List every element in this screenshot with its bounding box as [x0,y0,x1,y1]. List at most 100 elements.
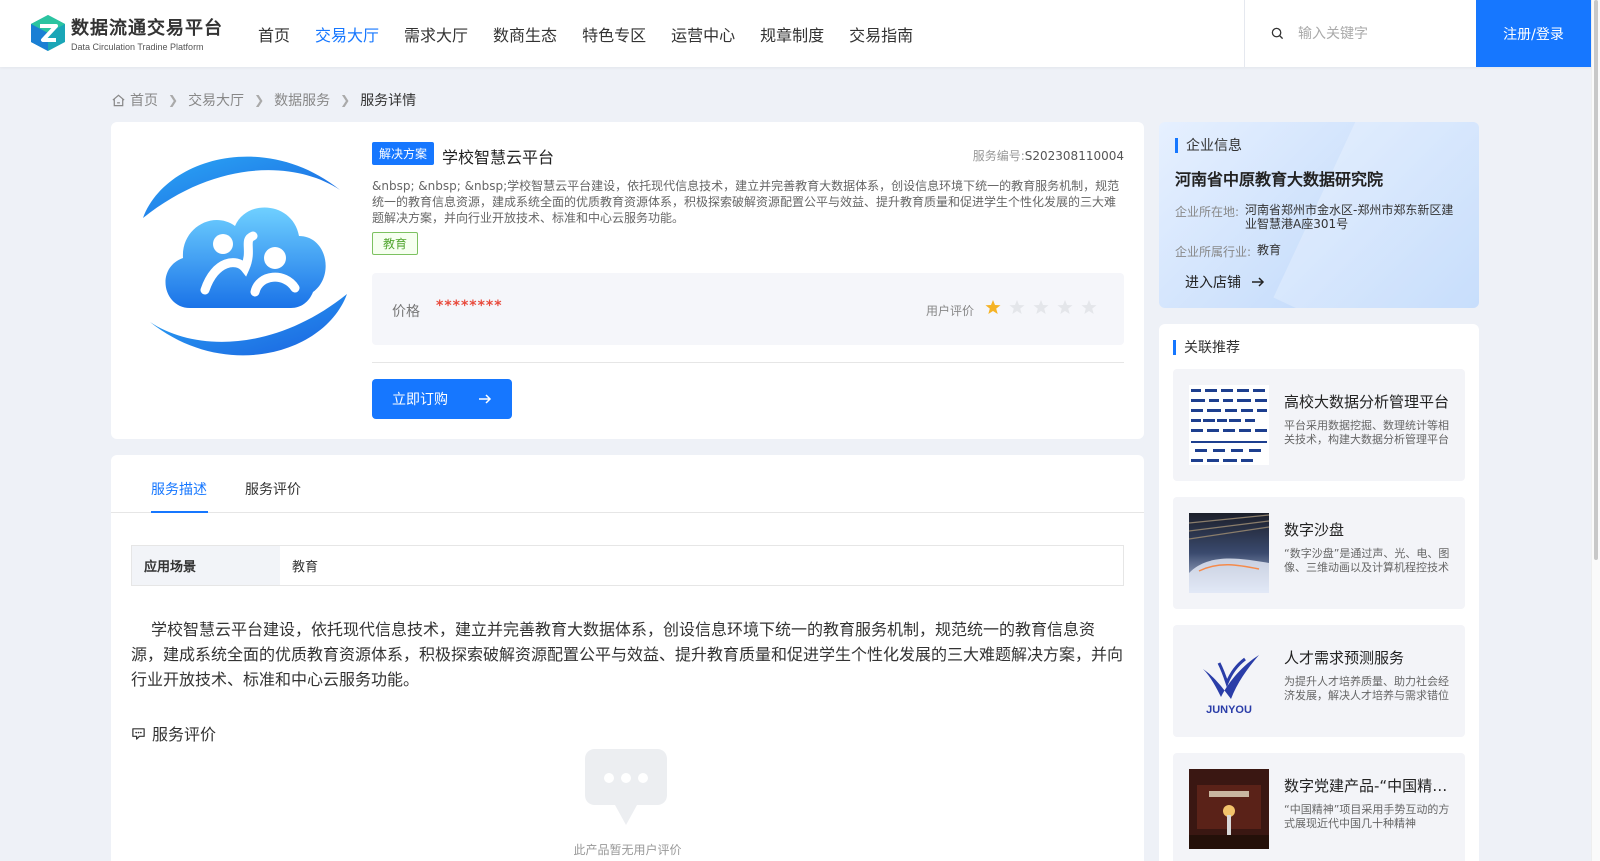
related-item[interactable]: JUNYOU 人才需求预测服务 为提升人才培养质量、助力社会经济发展，解决人才培… [1173,625,1465,737]
price-label: 价格 [392,304,420,320]
divider [372,362,1124,363]
related-item-desc: 平台采用数据挖掘、数理统计等相关技术，构建大数据分析管理平台 [1284,419,1449,446]
nav-ecosystem[interactable]: 数商生态 [493,22,557,46]
company-address-value: 河南省郑州市金水区-郑州市郑东新区建业智慧港A座301号 [1245,203,1454,231]
comment-icon [132,727,145,740]
breadcrumb-data-service[interactable]: 数据服务 [274,90,330,110]
company-address-label: 企业所在地: [1175,205,1240,219]
company-section-title-text: 企业信息 [1186,138,1242,154]
tab-service-description[interactable]: 服务描述 [151,479,207,499]
related-item-title: 人才需求预测服务 [1284,649,1405,667]
chevron-right-icon: ❯ [168,93,179,107]
chevron-right-icon: ❯ [340,93,351,107]
enter-shop-label: 进入店铺 [1185,275,1241,291]
related-item-title: 数字沙盘 [1284,521,1345,539]
star-empty-icon[interactable] [1057,299,1073,315]
main-nav: 首页 交易大厅 需求大厅 数商生态 特色专区 运营中心 规章制度 交易指南 [258,0,938,67]
scene-key: 应用场景 [132,546,280,585]
related-item-desc: 为提升人才培养质量、助力社会经济发展，解决人才培养与需求错位问题 [1284,675,1449,702]
price-value: ******** [436,298,503,314]
review-section-title: 服务评价 [131,721,216,745]
company-name: 河南省中原教育大数据研究院 [1175,170,1384,189]
company-industry-row: 企业所属行业: 教育 [1175,243,1472,260]
chevron-right-icon: ❯ [254,93,265,107]
logo-title: 数据流通交易平台 [71,18,223,39]
related-item-thumbnail [1189,513,1269,593]
tab-service-review[interactable]: 服务评价 [245,479,301,499]
subscribe-label: 立即订购 [392,392,448,408]
section-bar [1175,137,1178,153]
related-item-title: 高校大数据分析管理平台 [1284,393,1450,411]
price-box: 价格 ******** 用户评价 [372,273,1124,345]
category-tag: 教育 [372,232,419,255]
product-image [143,156,347,356]
junyou-logo-text: JUNYOU [1206,704,1252,716]
service-number-label: 服务编号: [972,149,1025,163]
service-number-value: S202308110004 [1024,149,1124,163]
breadcrumb-home[interactable]: 首页 [130,90,158,110]
nav-regulations[interactable]: 规章制度 [760,22,824,46]
star-empty-icon[interactable] [1009,299,1025,315]
star-empty-icon[interactable] [1081,299,1097,315]
scene-value: 教育 [292,560,319,575]
service-number: 服务编号:S202308110004 [973,147,1124,164]
nav-demand-hall[interactable]: 需求大厅 [404,22,468,46]
related-recommendations: 关联推荐 高校大数据分析管理平台 平台采用数据挖掘、数理统计等相关技术，构建大数… [1159,324,1479,861]
product-card: 解决方案 学校智慧云平台 服务编号:S202308110004 &nbsp; &… [111,122,1144,439]
site-logo[interactable]: 数据流通交易平台 Data Circulation Tradine Platfo… [29,13,223,53]
related-item[interactable]: 数字党建产品-“中国精神” “中国精神”项目采用手势互动的方式展现近代中国几十种… [1173,753,1465,861]
related-item-title: 数字党建产品-“中国精神” [1284,777,1454,795]
star-empty-icon[interactable] [1033,299,1049,315]
empty-comment-icon [585,749,667,825]
login-register-button[interactable]: 注册/登录 [1476,0,1591,67]
search-box [1244,0,1476,67]
star-filled-icon[interactable] [985,299,1001,315]
home-icon [112,94,125,106]
detail-tabs: 服务描述 服务评价 [111,455,1144,513]
nav-guide[interactable]: 交易指南 [849,22,913,46]
solution-tag: 解决方案 [372,142,435,165]
nav-operation-center[interactable]: 运营中心 [671,22,735,46]
related-item-desc: “数字沙盘”是通过声、光、电、图像、三维动画以及计算机程控技术 [1284,547,1450,574]
related-section-title: 关联推荐 [1173,337,1240,357]
company-info-card: 企业信息 河南省中原教育大数据研究院 企业所在地: 河南省郑州市金水区-郑州市郑… [1159,122,1479,308]
company-industry-label: 企业所属行业: [1175,245,1252,259]
product-title: 学校智慧云平台 [442,148,555,167]
product-summary: &nbsp; &nbsp; &nbsp;学校智慧云平台建设，依托现代信息技术，建… [372,179,1120,225]
breadcrumb-trading-hall[interactable]: 交易大厅 [188,90,244,110]
enter-shop-link[interactable]: 进入店铺 [1185,272,1265,292]
company-industry-value: 教育 [1257,243,1282,257]
section-bar [1173,339,1176,355]
logo-subtitle: Data Circulation Tradine Platform [71,42,204,52]
search-icon[interactable] [1271,27,1284,40]
related-item-thumbnail [1189,769,1269,849]
empty-review-text: 此产品暂无用户评价 [573,843,682,857]
related-item[interactable]: 数字沙盘 “数字沙盘”是通过声、光、电、图像、三维动画以及计算机程控技术 [1173,497,1465,609]
subscribe-button[interactable]: 立即订购 [372,379,512,419]
active-tab-indicator [151,511,208,513]
logo-icon [31,15,65,51]
star-rating [985,299,1105,315]
review-title-text: 服务评价 [152,725,217,744]
nav-home[interactable]: 首页 [258,22,290,46]
page-scrollbar-thumb[interactable] [1594,0,1598,560]
related-item[interactable]: 高校大数据分析管理平台 平台采用数据挖掘、数理统计等相关技术，构建大数据分析管理… [1173,369,1465,481]
top-header: 数据流通交易平台 Data Circulation Tradine Platfo… [0,0,1600,67]
nav-special-zone[interactable]: 特色专区 [582,22,646,46]
related-item-thumbnail: JUNYOU [1189,641,1269,721]
service-detail-card: 服务描述 服务评价 应用场景 教育 学校智慧云平台建设，依托现代信息技术，建立并… [111,455,1144,861]
service-description-text: 学校智慧云平台建设，依托现代信息技术，建立并完善教育大数据体系，创设信息环境下统… [131,620,1124,689]
search-input[interactable] [1298,25,1468,42]
related-item-thumbnail [1189,385,1269,465]
company-section-title: 企业信息 [1175,135,1242,155]
related-item-desc: “中国精神”项目采用手势互动的方式展现近代中国几十种精神 [1284,803,1450,830]
arrow-right-icon [479,394,492,404]
company-address-row: 企业所在地: 河南省郑州市金水区-郑州市郑东新区建业智慧港A座301号 [1175,203,1460,231]
rating-label: 用户评价 [926,304,975,318]
arrow-right-icon [1252,277,1265,287]
scene-table: 应用场景 教育 [131,545,1124,586]
related-section-title-text: 关联推荐 [1184,340,1240,356]
breadcrumb-current: 服务详情 [360,93,417,109]
nav-trading-hall[interactable]: 交易大厅 [315,22,379,46]
breadcrumb: 首页 ❯ 交易大厅 ❯ 数据服务 ❯ 服务详情 [111,90,416,110]
